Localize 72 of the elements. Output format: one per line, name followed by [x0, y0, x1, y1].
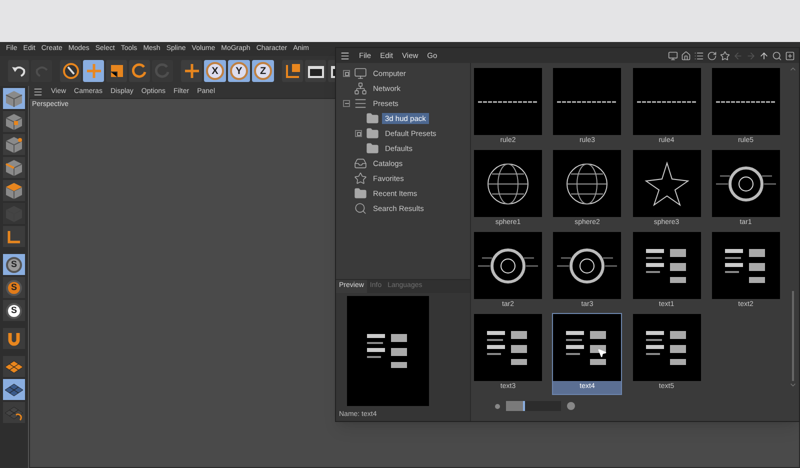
rule-line-drawing [636, 98, 696, 104]
points-mode-button[interactable] [3, 134, 25, 155]
snap-mode-button[interactable]: S [3, 277, 25, 298]
up-arrow-icon[interactable] [759, 50, 769, 60]
expander-box[interactable] [343, 70, 350, 77]
coords-tool-button[interactable] [282, 60, 303, 82]
snap-mode-button[interactable]: S [3, 254, 25, 275]
star-icon[interactable] [720, 50, 730, 60]
polygons-mode-button[interactable] [3, 180, 25, 201]
cube-icon [5, 90, 23, 108]
axis-icon [284, 62, 302, 80]
undo-tool-button[interactable] [8, 60, 29, 82]
rule-line-drawing [557, 98, 618, 104]
snap-mode-button[interactable]: S [3, 300, 25, 321]
list-icon [354, 97, 367, 110]
menu-icon[interactable] [340, 50, 350, 60]
plane-grid-mode-button[interactable] [3, 379, 25, 400]
home-icon[interactable] [681, 50, 691, 60]
menu-icon[interactable] [33, 87, 43, 97]
star-burst-drawing [644, 160, 690, 206]
rotate-tool-button[interactable] [129, 60, 150, 82]
texture-mode-button[interactable] [3, 111, 25, 132]
axis-tool-button[interactable]: Y [228, 60, 250, 82]
axis-icon [6, 228, 22, 244]
cube-icon [5, 158, 23, 176]
clapperboard-icon [306, 63, 324, 79]
folder-icon [354, 187, 367, 200]
cube-icon [5, 182, 23, 200]
select-tool-button[interactable] [60, 60, 81, 82]
sphere-drawing [565, 162, 610, 206]
expander-box[interactable] [355, 130, 362, 137]
network-icon [354, 82, 367, 95]
axis-tool-button[interactable]: X [204, 60, 226, 82]
monitor-icon [354, 67, 367, 80]
star-icon [354, 172, 367, 185]
rule-line-drawing [716, 98, 776, 104]
scroll-down-icon[interactable] [789, 381, 797, 389]
target-drawing [478, 246, 538, 286]
edges-mode-button[interactable] [3, 157, 25, 178]
cube-icon [5, 112, 23, 130]
folder-icon [366, 142, 379, 155]
target-drawing [557, 246, 618, 286]
model-mode-button[interactable] [3, 88, 25, 109]
list-icon[interactable] [694, 50, 704, 60]
axis-mode-button[interactable] [3, 226, 25, 247]
mouse-cursor-icon [597, 348, 608, 358]
plus-icon [182, 62, 200, 80]
sphere-drawing [486, 162, 530, 206]
render-tool-button[interactable] [305, 60, 326, 82]
search-icon[interactable] [772, 50, 782, 60]
monitor-icon[interactable] [668, 50, 678, 60]
undo-arrow-icon [10, 64, 26, 78]
axis-tool-button[interactable]: Z [252, 60, 274, 82]
scroll-up-icon[interactable] [789, 65, 797, 73]
search-icon [354, 202, 367, 215]
plane-mode-button[interactable] [3, 356, 25, 377]
magnet-mode-button[interactable] [3, 328, 25, 349]
plus-square-icon[interactable] [785, 50, 795, 60]
cursor-circle-icon [62, 62, 80, 80]
refresh-icon[interactable] [707, 50, 717, 60]
folder-icon [366, 127, 379, 140]
plane-lock-mode-button[interactable] [3, 402, 25, 423]
square-icon [108, 63, 124, 79]
rule-line-drawing [478, 98, 538, 104]
folder-icon [366, 112, 379, 125]
cube-icon [5, 136, 23, 154]
tray-icon [354, 157, 367, 170]
size-slider[interactable] [506, 401, 561, 411]
scale-tool-button[interactable] [106, 60, 127, 82]
add-tool-button[interactable] [181, 60, 202, 82]
expander-box[interactable] [343, 100, 350, 107]
target-drawing [716, 164, 776, 204]
